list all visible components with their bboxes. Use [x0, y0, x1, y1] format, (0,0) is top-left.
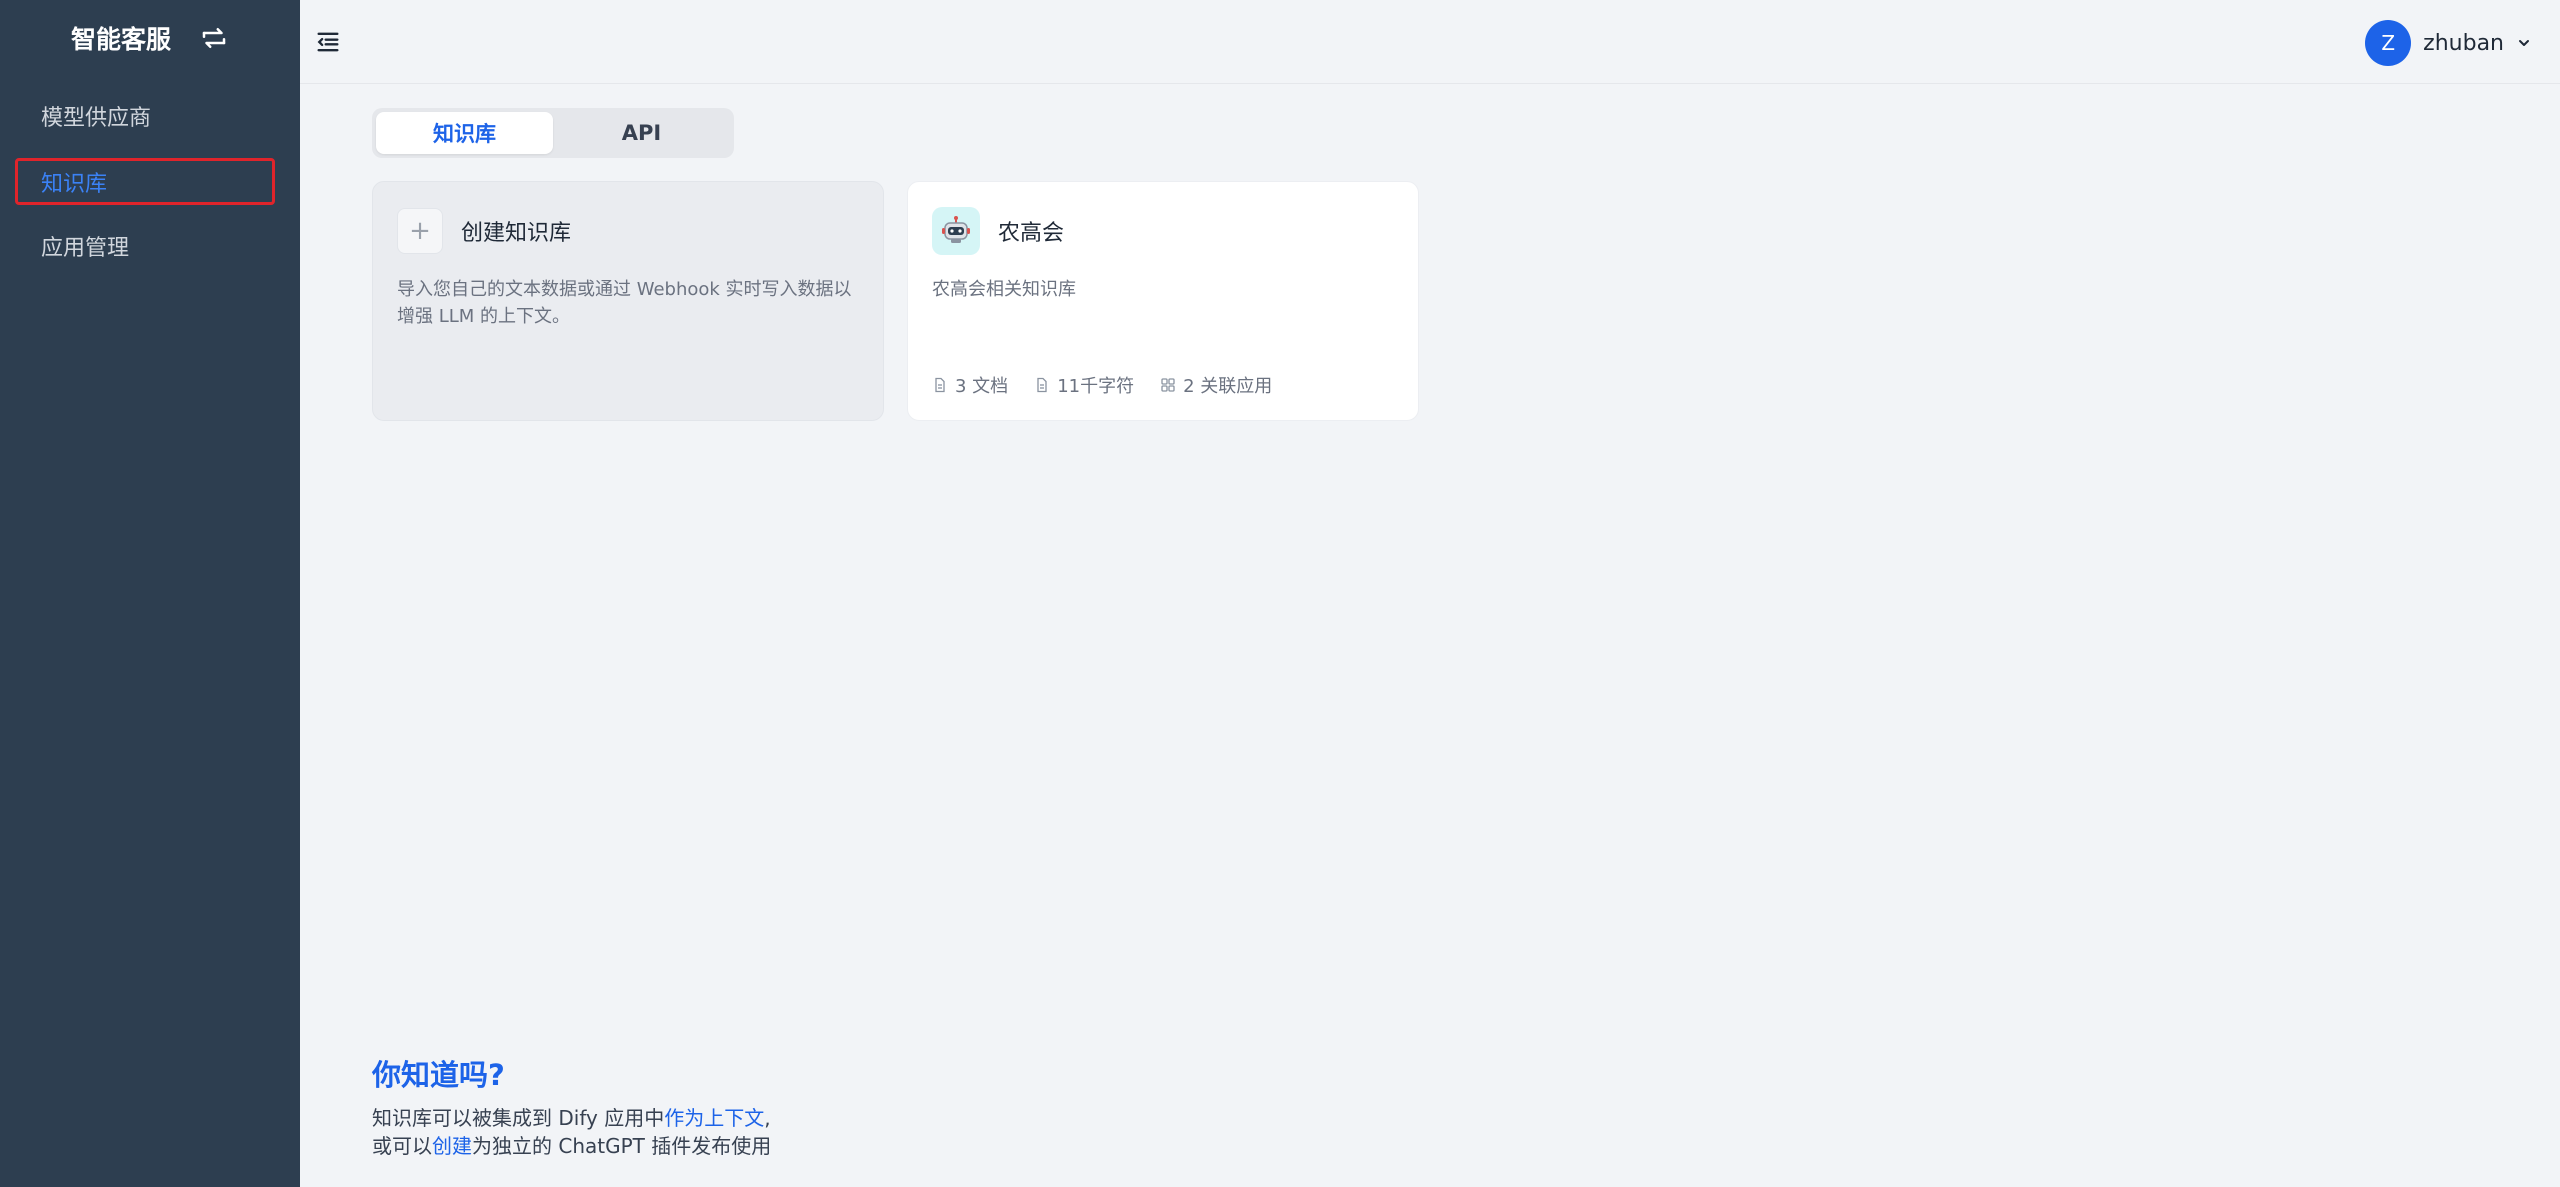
card-title: 创建知识库 [461, 221, 572, 246]
did-you-know-title: 你知道吗? [372, 1058, 505, 1092]
stat-apps-label: 2 关联应用 [1183, 376, 1273, 397]
card-description: 导入您自己的文本数据或通过 Webhook 实时写入数据以增强 LLM 的上下文… [397, 279, 852, 327]
document-icon [935, 377, 945, 393]
sidebar-item-app-management[interactable]: 应用管理 [15, 222, 275, 269]
create-link[interactable]: 创建 [432, 1134, 472, 1158]
did-you-know-line-1: 知识库可以被集成到 Dify 应用中作为上下文, [372, 1104, 771, 1132]
brand-title: 智能客服 [70, 25, 171, 54]
app-root: 智能客服 模型供应商 知识库 应用管理 Z zhuban 知识库 API + 创… [0, 0, 2560, 1187]
user-menu[interactable]: Z zhuban [2365, 20, 2532, 66]
apps-grid-icon [1161, 378, 1175, 392]
sidebar-item-knowledge-base[interactable]: 知识库 [15, 158, 275, 205]
sidebar-item-model-provider[interactable]: 模型供应商 [15, 92, 275, 139]
did-you-know-line-2: 或可以创建为独立的 ChatGPT 插件发布使用 [372, 1132, 771, 1160]
chevron-down-icon [2519, 40, 2529, 46]
card-header: + 创建知识库 [397, 206, 859, 256]
plus-icon: + [397, 208, 443, 254]
tip-text: 知识库可以被集成到 Dify 应用中 [372, 1106, 665, 1130]
card-description: 农高会相关知识库 [932, 279, 1076, 300]
stat-docs-label: 3 文档 [955, 376, 1009, 397]
switch-icon[interactable] [199, 23, 229, 53]
robot-icon [932, 207, 980, 255]
knowledge-card[interactable]: 农高会 农高会相关知识库 3 文档 11千字符 2 关联应用 [907, 181, 1419, 421]
tab-api[interactable]: API [553, 112, 730, 154]
sidebar: 智能客服 模型供应商 知识库 应用管理 [0, 0, 300, 1187]
stat-chars: 11千字符 [1034, 372, 1134, 398]
stat-apps: 2 关联应用 [1160, 372, 1272, 398]
card-stats: 3 文档 11千字符 2 关联应用 [932, 372, 1272, 398]
topbar: Z zhuban [300, 0, 2560, 84]
tab-knowledge-base[interactable]: 知识库 [376, 112, 553, 154]
sidebar-item-label: 模型供应商 [41, 105, 152, 131]
brand: 智能客服 [0, 18, 300, 58]
sidebar-item-label: 应用管理 [41, 235, 130, 261]
stat-chars-label: 11千字符 [1057, 376, 1135, 397]
username: zhuban [2423, 30, 2504, 56]
as-context-link[interactable]: 作为上下文 [664, 1106, 764, 1130]
tip-text: 或可以 [372, 1134, 432, 1158]
card-title: 农高会 [998, 221, 1065, 246]
create-knowledge-card[interactable]: + 创建知识库 导入您自己的文本数据或通过 Webhook 实时写入数据以增强 … [372, 181, 884, 421]
collapse-sidebar-icon[interactable] [314, 28, 342, 56]
sidebar-item-label: 知识库 [41, 171, 108, 197]
card-header: 农高会 [932, 206, 1394, 256]
document-icon [1037, 377, 1047, 393]
avatar: Z [2365, 20, 2412, 66]
tip-text: 为独立的 ChatGPT 插件发布使用 [472, 1134, 772, 1158]
tab-bar: 知识库 API [372, 108, 734, 158]
tip-text: , [764, 1106, 771, 1130]
did-you-know: 你知道吗? 知识库可以被集成到 Dify 应用中作为上下文, 或可以创建为独立的… [372, 1052, 771, 1160]
stat-docs: 3 文档 [932, 372, 1008, 398]
